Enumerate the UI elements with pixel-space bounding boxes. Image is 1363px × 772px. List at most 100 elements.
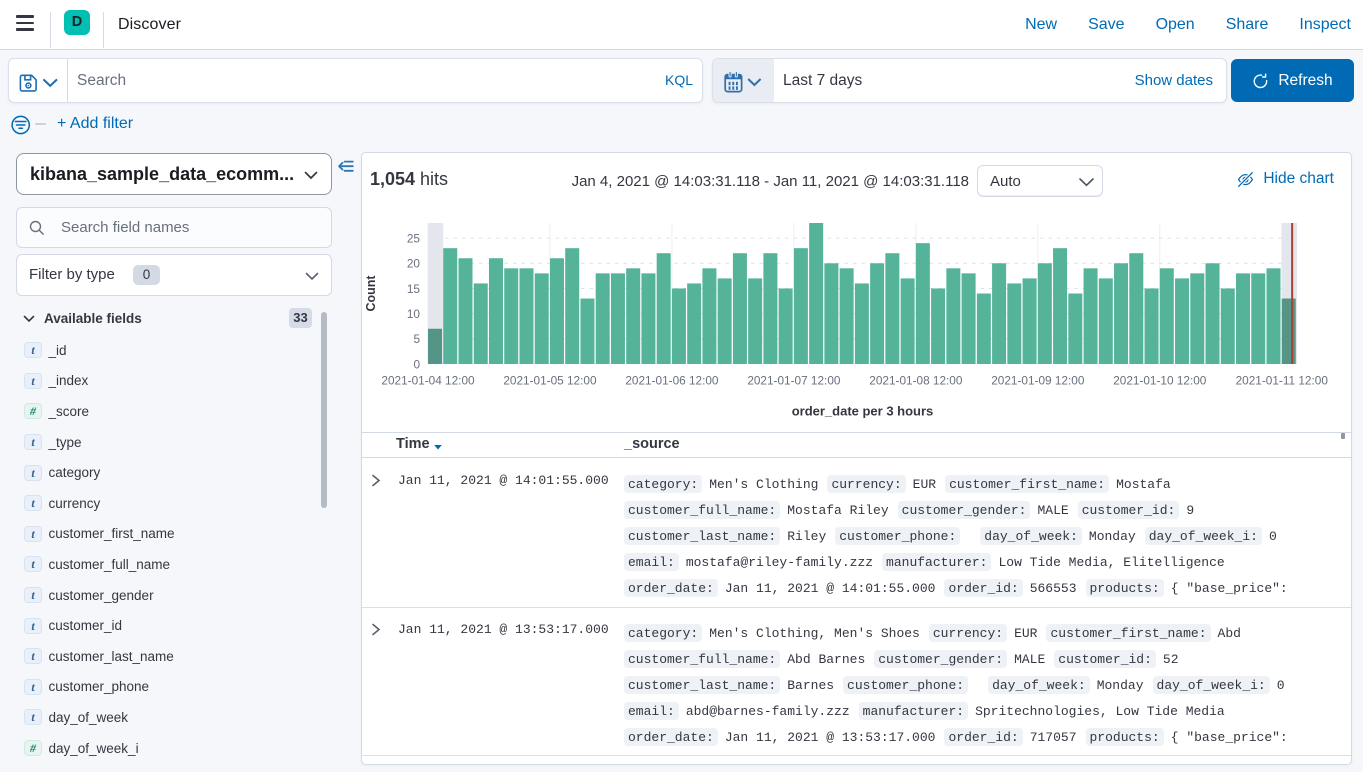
filter-by-type-dropdown[interactable]: Filter by type 0: [16, 254, 332, 296]
chart-time-range: Jan 4, 2021 @ 14:03:31.118 - Jan 11, 202…: [572, 173, 969, 190]
field-value: 52: [1163, 652, 1179, 667]
field-name: customer_last_name: [49, 649, 174, 664]
sort-desc-icon: [433, 442, 443, 452]
field-item-_score[interactable]: # _score: [16, 396, 316, 427]
date-quick-select-button[interactable]: [713, 59, 774, 102]
field-item-category[interactable]: tcategory: [16, 457, 316, 488]
source-line: customer_full_name:Abd Barnescustomer_ge…: [624, 646, 1339, 672]
collapse-sidebar-icon[interactable]: [338, 159, 354, 174]
sidebar-scrollbar[interactable]: [321, 312, 327, 508]
field-item-customer_gender[interactable]: t customer_gender: [16, 580, 316, 611]
nav-share[interactable]: Share: [1226, 16, 1269, 34]
nav-open[interactable]: Open: [1156, 16, 1195, 34]
field-key-badge: manufacturer:: [859, 702, 968, 720]
field-value: Low Tide Media, Elitelligence: [998, 555, 1224, 570]
field-name: customer_gender: [49, 588, 154, 603]
expand-row-icon[interactable]: [370, 474, 381, 487]
field-value: Men's Clothing: [709, 477, 818, 492]
filter-icon[interactable]: [10, 114, 31, 135]
field-key-badge: manufacturer:: [882, 553, 991, 571]
text-field-icon: t: [24, 526, 42, 542]
table-row: Jan 11, 2021 @ 13:53:17.000category:Men'…: [362, 608, 1351, 756]
hide-chart-button[interactable]: Hide chart: [1237, 170, 1334, 188]
table-scrollbar[interactable]: [1341, 433, 1345, 439]
field-key-badge: order_id:: [944, 579, 1022, 597]
add-filter-button[interactable]: + Add filter: [57, 110, 133, 138]
app-logo[interactable]: D: [64, 10, 90, 35]
field-name: day_of_week_i: [49, 741, 139, 756]
row-source: category: Men's Clothing, Men's Shoes curr…: [624, 620, 1339, 750]
kql-syntax-button[interactable]: KQL: [665, 59, 693, 102]
text-field-icon: t: [24, 342, 42, 358]
svg-text:2021-01-07 12:00: 2021-01-07 12:00: [747, 374, 841, 388]
index-pattern-switcher[interactable]: kibana_sample_data_ecomm...: [16, 153, 332, 195]
text-field-icon: t: [24, 373, 42, 389]
field-item-day_of_week[interactable]: tday_of_week: [16, 702, 316, 733]
svg-text:Count: Count: [364, 275, 378, 312]
field-key-badge: day_of_week_i:: [1153, 676, 1270, 694]
date-picker[interactable]: Last 7 days Show dates: [712, 58, 1227, 103]
field-name: _score: [49, 404, 90, 419]
svg-text:20: 20: [407, 257, 421, 271]
menu-icon[interactable]: [16, 14, 34, 31]
field-key-badge: currency:: [929, 624, 1007, 642]
field-item-customer_full_name[interactable]: tcustomer_full_name: [16, 549, 316, 580]
row-timestamp: Jan 11, 2021 @ 14:01:55.000: [398, 473, 609, 488]
source-line: customer_full_name:Mostafa Rileycustomer…: [624, 497, 1339, 523]
text-field-icon: t: [24, 618, 42, 634]
field-item-currency[interactable]: tcurrency: [16, 488, 316, 519]
text-field-icon: t: [24, 556, 42, 572]
field-item-_index[interactable]: t_index: [16, 366, 316, 397]
svg-text:2021-01-11 12:00: 2021-01-11 12:00: [1236, 374, 1329, 388]
field-value: Mostafa: [1116, 477, 1171, 492]
available-fields-count-badge: 33: [289, 308, 312, 328]
field-value: Jan 11, 2021 @ 14:01:55.000: [725, 581, 936, 596]
field-value: 717057: [1030, 730, 1077, 745]
refresh-button[interactable]: Refresh: [1231, 59, 1354, 102]
interval-select[interactable]: Auto: [977, 165, 1103, 198]
svg-text:2021-01-09 12:00: 2021-01-09 12:00: [991, 374, 1085, 388]
nav-save[interactable]: Save: [1088, 16, 1124, 34]
text-field-icon: t: [24, 587, 42, 603]
hide-chart-label: Hide chart: [1263, 170, 1334, 188]
number-field-icon: #: [24, 403, 42, 419]
nav-new[interactable]: New: [1025, 16, 1057, 34]
field-key-badge: category:: [624, 624, 702, 642]
expand-row-icon[interactable]: [370, 623, 381, 636]
field-item-_id[interactable]: t_id: [16, 335, 316, 366]
search-bar[interactable]: Search KQL: [8, 58, 703, 103]
nav-inspect[interactable]: Inspect: [1299, 16, 1351, 34]
svg-text:0: 0: [413, 357, 420, 371]
field-item-_type[interactable]: t_type: [16, 427, 316, 458]
field-value: Men's Clothing, Men's Shoes: [709, 626, 920, 641]
field-key-badge: day_of_week:: [980, 527, 1082, 545]
text-field-icon: t: [24, 465, 42, 481]
search-input[interactable]: Search: [77, 59, 126, 102]
field-search-box[interactable]: Search field names: [16, 207, 332, 248]
show-dates-button[interactable]: Show dates: [1135, 59, 1213, 102]
field-item-customer_phone[interactable]: tcustomer_phone: [16, 672, 316, 703]
search-icon: [29, 220, 45, 236]
field-value: Mostafa Riley: [787, 503, 888, 518]
column-header-time[interactable]: Time: [396, 433, 430, 458]
saved-query-menu-button[interactable]: [9, 59, 68, 102]
field-key-badge: customer_first_name:: [945, 475, 1109, 493]
field-item-customer_id[interactable]: tcustomer_id: [16, 610, 316, 641]
field-item-customer_last_name[interactable]: tcustomer_last_name: [16, 641, 316, 672]
source-line: order_date:Jan 11, 2021 @ 13:53:17.000or…: [624, 724, 1339, 750]
field-key-badge: products:: [1086, 728, 1164, 746]
chevron-down-icon: [23, 308, 35, 330]
svg-text:25: 25: [407, 231, 421, 245]
field-key-badge: customer_phone:: [835, 527, 960, 545]
field-item-customer_first_name[interactable]: tcustomer_first_name: [16, 519, 316, 550]
field-key-badge: order_date:: [624, 579, 718, 597]
filter-drop-hint: [35, 123, 46, 125]
available-fields-header[interactable]: Available fields 33: [16, 308, 332, 330]
field-value: Spritechnologies, Low Tide Media: [975, 704, 1225, 719]
svg-text:order_date per 3 hours: order_date per 3 hours: [792, 404, 934, 419]
histogram-chart[interactable]: 05101520252021-01-04 12:002021-01-05 12:…: [362, 203, 1351, 432]
field-key-badge: day_of_week:: [988, 676, 1090, 694]
field-item-day_of_week_i[interactable]: #day_of_week_i: [16, 733, 316, 764]
field-value: Monday: [1089, 529, 1136, 544]
time-range-value[interactable]: Last 7 days: [783, 59, 862, 102]
